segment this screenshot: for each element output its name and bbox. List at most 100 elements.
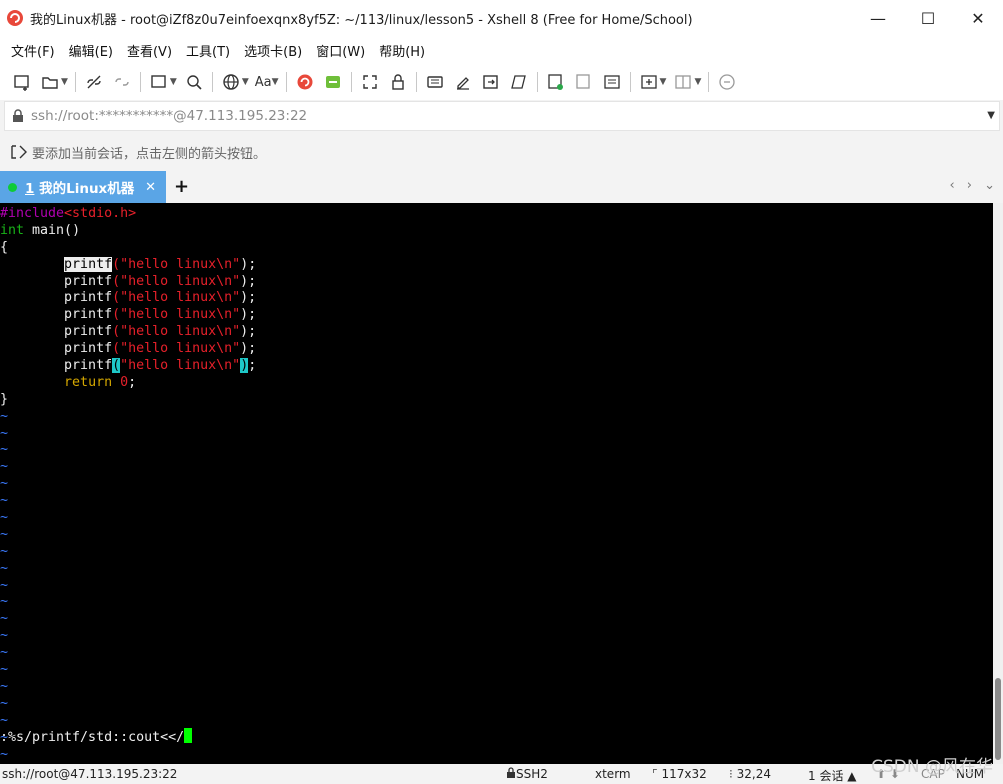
terminal-line: printf("hello linux\n"); bbox=[0, 274, 993, 291]
new-tab-icon[interactable] bbox=[149, 72, 169, 92]
tab-label: 1 我的Linux机器 bbox=[25, 177, 134, 197]
tab-navigation[interactable]: ‹ › ⌄ bbox=[949, 178, 999, 193]
chevron-down-icon[interactable]: ▼ bbox=[170, 77, 177, 87]
xshell-icon[interactable] bbox=[295, 72, 315, 92]
terminal-line: printf("hello linux\n"); bbox=[0, 307, 993, 324]
code-token: ~ bbox=[0, 560, 9, 576]
code-token: ); bbox=[240, 307, 257, 323]
reconnect-icon[interactable] bbox=[112, 72, 132, 92]
open-folder-icon[interactable] bbox=[40, 72, 60, 92]
code-token: ); bbox=[240, 273, 257, 289]
terminal-output[interactable]: #include<stdio.h> int main(){ printf("hel… bbox=[0, 203, 993, 764]
send-icon[interactable] bbox=[481, 72, 501, 92]
address-value: ssh://root:***********@47.113.195.23:22 bbox=[31, 108, 308, 124]
fullscreen-icon[interactable] bbox=[360, 72, 380, 92]
chevron-down-icon[interactable]: ▼ bbox=[660, 77, 667, 87]
add-session-arrow-icon[interactable] bbox=[10, 144, 28, 160]
chevron-down-icon[interactable]: ▼ bbox=[61, 77, 68, 87]
menu-edit[interactable]: 编辑(E) bbox=[62, 41, 120, 60]
menu-window[interactable]: 窗口(W) bbox=[309, 41, 372, 60]
tab-title: 我的Linux机器 bbox=[39, 181, 135, 197]
add-tab-button[interactable]: + bbox=[174, 176, 189, 197]
toolbar: ▼ ▼ ▼ Aa ▼ ▼ ▼ bbox=[0, 64, 1003, 100]
tab-close-icon[interactable]: ✕ bbox=[145, 180, 156, 195]
tab-number: 1 bbox=[25, 181, 35, 197]
chevron-down-icon[interactable]: ▼ bbox=[272, 77, 279, 87]
terminal-scrollbar[interactable] bbox=[993, 203, 1003, 764]
terminal-line: printf("hello linux\n"); bbox=[0, 256, 993, 274]
edit-icon[interactable] bbox=[453, 72, 473, 92]
script-icon[interactable] bbox=[509, 72, 529, 92]
toolbar-separator bbox=[708, 72, 710, 92]
maximize-button[interactable]: ☐ bbox=[903, 0, 953, 36]
status-protocol: SSH2 bbox=[506, 767, 548, 781]
terminal-line: ~ bbox=[0, 696, 993, 713]
scrollbar-thumb[interactable] bbox=[995, 678, 1001, 760]
code-token: printf bbox=[0, 358, 113, 374]
hint-text: 要添加当前会话，点击左侧的箭头按钮。 bbox=[32, 146, 267, 162]
code-token: ( bbox=[112, 358, 121, 374]
search-icon[interactable] bbox=[184, 72, 204, 92]
code-token: ~ bbox=[0, 746, 9, 762]
terminal-line: ~ bbox=[0, 476, 993, 493]
menu-help[interactable]: 帮助(H) bbox=[372, 41, 432, 60]
code-token: "hello linux\n" bbox=[120, 358, 241, 374]
code-token: printf bbox=[64, 256, 113, 272]
code-token: printf bbox=[0, 290, 113, 306]
new-session-icon[interactable] bbox=[12, 72, 32, 92]
code-token: ~ bbox=[0, 459, 9, 475]
terminal-line: { bbox=[0, 240, 993, 257]
disconnect-icon[interactable] bbox=[84, 72, 104, 92]
code-token: return bbox=[64, 374, 113, 390]
transfer-icon[interactable] bbox=[574, 72, 594, 92]
tab-session-1[interactable]: 1 我的Linux机器 ✕ bbox=[0, 171, 166, 203]
code-token: } bbox=[0, 391, 9, 407]
status-sessions[interactable]: 1 会话 ▲ bbox=[808, 767, 857, 784]
lock-icon[interactable] bbox=[388, 72, 408, 92]
code-token: ~ bbox=[0, 611, 9, 627]
terminal-line: ~ bbox=[0, 426, 993, 443]
code-token: { bbox=[0, 239, 9, 255]
code-token: ~ bbox=[0, 493, 9, 509]
status-connection: ssh://root@47.113.195.23:22 bbox=[2, 767, 178, 781]
chat-icon[interactable] bbox=[717, 72, 737, 92]
terminal-line: ~ bbox=[0, 561, 993, 578]
code-token: ); bbox=[240, 290, 257, 306]
keyboard-icon[interactable] bbox=[425, 72, 445, 92]
close-button[interactable]: ✕ bbox=[953, 0, 1003, 36]
chevron-down-icon[interactable]: ▼ bbox=[694, 77, 701, 87]
terminal-line: ~ bbox=[0, 679, 993, 696]
add-pane-icon[interactable] bbox=[639, 72, 659, 92]
code-token: ~ bbox=[0, 577, 9, 593]
layout-icon[interactable] bbox=[673, 72, 693, 92]
compose-icon[interactable] bbox=[602, 72, 622, 92]
menu-tab[interactable]: 选项卡(B) bbox=[237, 41, 309, 60]
chevron-down-icon[interactable]: ▼ bbox=[242, 77, 249, 87]
code-token: printf bbox=[0, 273, 113, 289]
terminal-line: ~ bbox=[0, 493, 993, 510]
xftp-icon[interactable] bbox=[323, 72, 343, 92]
terminal-line: ~ bbox=[0, 662, 993, 679]
menu-tools[interactable]: 工具(T) bbox=[179, 41, 237, 60]
toolbar-separator bbox=[629, 72, 631, 92]
terminal-line: printf("hello linux\n"); bbox=[0, 358, 993, 375]
terminal-line: ~ bbox=[0, 442, 993, 459]
toolbar-separator bbox=[536, 72, 538, 92]
minimize-button[interactable]: — bbox=[853, 0, 903, 36]
code-token: ); bbox=[240, 341, 257, 357]
code-token: printf bbox=[0, 307, 113, 323]
menu-view[interactable]: 查看(V) bbox=[120, 41, 179, 60]
chevron-down-icon[interactable]: ▼ bbox=[987, 110, 995, 121]
menu-file[interactable]: 文件(F) bbox=[4, 41, 62, 60]
log-icon[interactable] bbox=[546, 72, 566, 92]
cursor bbox=[184, 728, 193, 743]
status-size: ⌜ 117x32 bbox=[652, 767, 707, 781]
address-bar[interactable]: ssh://root:***********@47.113.195.23:22 … bbox=[4, 101, 1000, 131]
font-button[interactable]: Aa bbox=[255, 75, 272, 90]
code-token: ("hello linux\n" bbox=[112, 341, 241, 357]
globe-icon[interactable] bbox=[221, 72, 241, 92]
code-token: main() bbox=[24, 222, 81, 238]
code-token: #include bbox=[0, 206, 65, 221]
terminal-line: ~ bbox=[0, 527, 993, 544]
vim-command-line[interactable]: :%s/printf/std::cout<</ bbox=[0, 728, 993, 746]
